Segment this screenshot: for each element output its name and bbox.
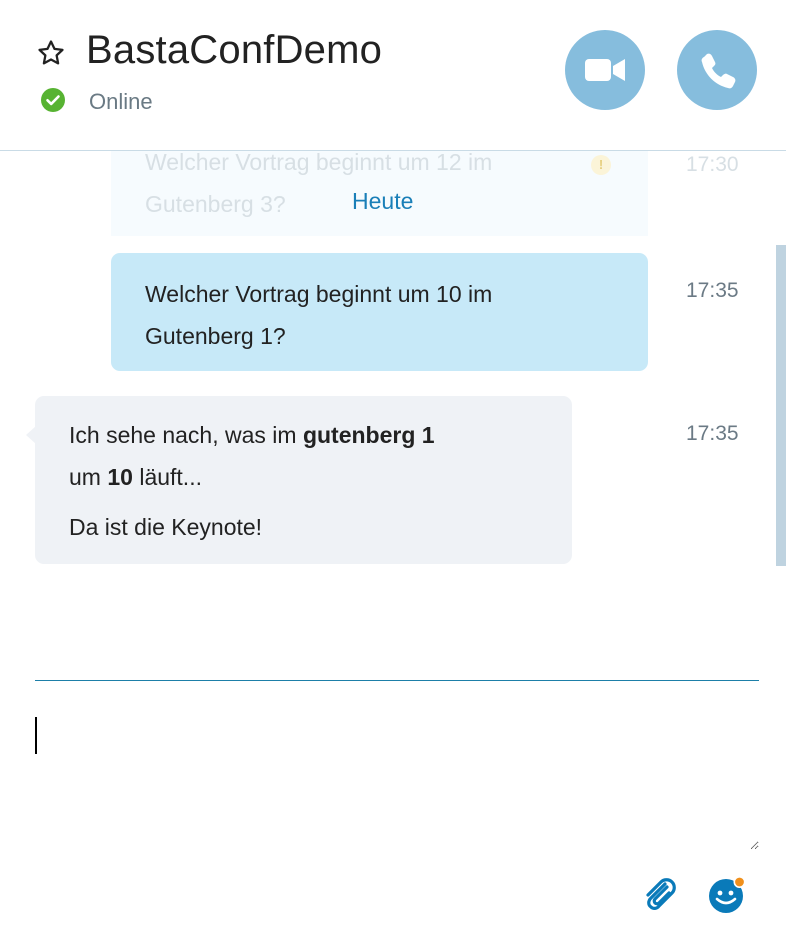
paperclip-icon[interactable] xyxy=(638,873,680,915)
composer-divider xyxy=(35,680,759,681)
outgoing-message-line2: Gutenberg 1? xyxy=(145,323,286,349)
message-list: Welcher Vortrag beginnt um 12 im Gutenbe… xyxy=(0,151,786,571)
incoming-text-part3: läuft... xyxy=(132,464,202,490)
audio-call-button[interactable] xyxy=(677,30,757,110)
date-divider: Heute xyxy=(352,188,414,214)
incoming-message-line2: Da ist die Keynote! xyxy=(69,514,263,540)
emoji-icon[interactable] xyxy=(708,876,746,914)
message-input[interactable] xyxy=(35,700,759,850)
incoming-text-bold1: gutenberg 1 xyxy=(302,422,435,448)
incoming-text-bold2: 10 xyxy=(107,464,133,490)
incoming-text-part1: Ich sehe nach, was im xyxy=(69,422,303,448)
phone-icon xyxy=(701,53,736,89)
star-outline-icon[interactable] xyxy=(36,38,66,68)
incoming-message-line1: Ich sehe nach, was im gutenberg 1 um 10 … xyxy=(69,414,538,498)
status-text: Online xyxy=(89,89,153,114)
warning-icon: ! xyxy=(591,155,611,175)
incoming-message-time: 17:35 xyxy=(686,422,739,445)
incoming-message-bubble[interactable]: Ich sehe nach, was im gutenberg 1 um 10 … xyxy=(26,396,572,564)
message-list-scrollbar[interactable] xyxy=(776,245,786,566)
video-call-button[interactable] xyxy=(565,30,645,110)
text-caret xyxy=(35,717,37,754)
outgoing-message-bubble[interactable]: Welcher Vortrag beginnt um 10 im Gutenbe… xyxy=(111,253,648,371)
conversation-header: BastaConfDemo Online xyxy=(0,0,786,151)
faded-message-time: 17:30 xyxy=(686,153,739,176)
conversation-title[interactable]: BastaConfDemo xyxy=(86,28,382,73)
online-status-icon xyxy=(41,88,65,112)
outgoing-message-line1: Welcher Vortrag beginnt um 10 im xyxy=(145,281,493,307)
video-camera-icon xyxy=(585,59,625,81)
incoming-text-part2: um xyxy=(69,464,108,490)
outgoing-message-time: 17:35 xyxy=(686,279,739,302)
